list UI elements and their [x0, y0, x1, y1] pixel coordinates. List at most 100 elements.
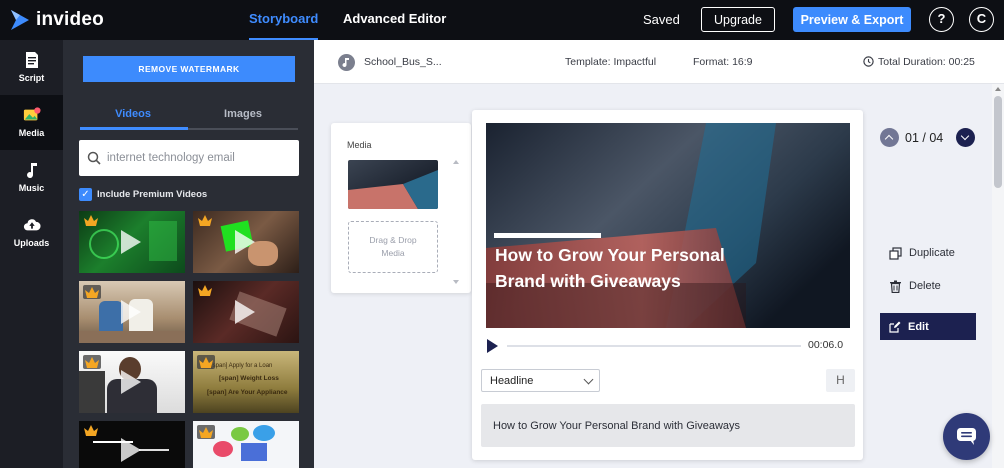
video-thumbnail[interactable]: [79, 281, 185, 343]
scroll-down-arrow-icon[interactable]: [453, 280, 459, 284]
media-panel: REMOVE WATERMARK Videos Images ✓ Include…: [63, 40, 314, 468]
preview-export-button[interactable]: Preview & Export: [793, 7, 911, 32]
scene-page-counter: 01 / 04: [905, 131, 944, 145]
previous-scene-button[interactable]: [880, 128, 899, 147]
delete-label: Delete: [909, 280, 941, 292]
tab-advanced-editor[interactable]: Advanced Editor: [343, 0, 446, 40]
scene-preview[interactable]: How to Grow Your Personal Brand with Giv…: [486, 123, 850, 328]
media-card-scrollbar[interactable]: [452, 157, 460, 287]
logo[interactable]: invideo: [10, 7, 104, 33]
preview-headline[interactable]: How to Grow Your Personal Brand with Giv…: [495, 242, 795, 294]
template-label: Template: Impactful: [565, 56, 657, 68]
search-input[interactable]: [107, 149, 292, 167]
include-premium-label: Include Premium Videos: [97, 188, 208, 200]
headline-line-2: Brand with Giveaways: [495, 271, 681, 291]
media-label: Media: [347, 140, 372, 150]
scroll-up-arrow-icon[interactable]: [453, 160, 459, 164]
drop-text-line-1: Drag & Drop: [369, 235, 417, 245]
rail-item-label: Uploads: [13, 238, 50, 248]
play-button-icon[interactable]: [487, 339, 498, 353]
invideo-logo-icon: [11, 10, 29, 30]
text-style-select[interactable]: Headline: [481, 369, 600, 392]
rail-item-label: Music: [18, 183, 45, 193]
crown-icon: [85, 356, 99, 368]
left-rail: Script Media Music Uploads: [0, 40, 63, 468]
rail-item-uploads[interactable]: Uploads: [0, 205, 63, 260]
headline-line-1: How to Grow Your Personal: [495, 245, 725, 265]
video-thumbnail[interactable]: [span] Apply for a Loan [span] Weight Lo…: [193, 351, 299, 413]
checkbox-checked-icon[interactable]: ✓: [79, 187, 92, 201]
top-bar: invideo Storyboard Advanced Editor Saved…: [0, 0, 1004, 40]
heading-toggle-button[interactable]: H: [826, 369, 855, 392]
drop-text-line-2: Media: [381, 248, 405, 258]
cloud-upload-icon: [23, 219, 41, 231]
play-icon: [235, 230, 255, 254]
brand-name: invideo: [36, 9, 104, 30]
crown-icon: [84, 425, 98, 436]
trash-icon: [890, 280, 901, 293]
rail-item-media[interactable]: Media: [0, 95, 63, 150]
scene-editor-card: How to Grow Your Personal Brand with Giv…: [472, 110, 863, 460]
crown-icon: [199, 356, 213, 368]
project-info-bar: School_Bus_S... Template: Impactful Form…: [314, 40, 1004, 84]
include-premium-toggle[interactable]: ✓ Include Premium Videos: [79, 187, 207, 201]
remove-watermark-button[interactable]: REMOVE WATERMARK: [83, 56, 295, 82]
document-icon: [25, 52, 38, 68]
duplicate-button[interactable]: Duplicate: [889, 245, 955, 261]
preview-background-image: [486, 123, 850, 328]
project-name[interactable]: School_Bus_S...: [364, 56, 442, 68]
scroll-up-arrow-icon[interactable]: [995, 87, 1001, 91]
edit-button[interactable]: Edit: [880, 313, 976, 340]
chevron-down-icon: [583, 374, 594, 385]
play-icon: [235, 300, 255, 324]
chat-bubble-icon: [957, 428, 976, 445]
video-thumbnail[interactable]: [193, 281, 299, 343]
play-icon: [121, 300, 141, 324]
help-button[interactable]: ?: [929, 7, 954, 32]
upgrade-button[interactable]: Upgrade: [701, 7, 775, 32]
chat-support-button[interactable]: [943, 413, 990, 460]
delete-button[interactable]: Delete: [889, 278, 941, 294]
next-scene-button[interactable]: [956, 128, 975, 147]
edit-label: Edit: [908, 320, 929, 333]
scene-media-thumbnail[interactable]: [348, 160, 438, 209]
account-avatar-button[interactable]: C: [969, 7, 994, 32]
headline-text-field[interactable]: How to Grow Your Personal Brand with Giv…: [481, 404, 855, 447]
search-icon: [87, 151, 101, 165]
duplicate-label: Duplicate: [909, 247, 955, 259]
timeline-scrubber[interactable]: [507, 345, 801, 347]
video-thumbnail[interactable]: [193, 211, 299, 273]
edit-pencil-icon: [889, 321, 901, 333]
rail-item-script[interactable]: Script: [0, 40, 63, 95]
image-icon: [23, 107, 41, 121]
video-thumbnail[interactable]: [79, 211, 185, 273]
crown-icon: [198, 215, 212, 226]
crown-icon: [85, 286, 99, 298]
video-thumbnail[interactable]: [79, 351, 185, 413]
tab-storyboard[interactable]: Storyboard: [249, 0, 319, 40]
video-thumbnail[interactable]: [193, 421, 299, 468]
video-thumbnail[interactable]: [79, 421, 185, 468]
format-label: Format: 16:9: [693, 56, 753, 68]
duplicate-icon: [889, 246, 902, 260]
scene-duration: 00:06.0: [808, 339, 844, 351]
main-scrollbar[interactable]: [992, 84, 1004, 468]
tab-active-indicator: [80, 127, 188, 130]
crown-icon: [84, 215, 98, 226]
rail-item-music[interactable]: Music: [0, 150, 63, 205]
crown-icon: [198, 285, 212, 296]
music-note-icon: [26, 163, 37, 179]
total-duration-label: Total Duration: 00:25: [878, 56, 975, 68]
drag-drop-zone[interactable]: Drag & Drop Media: [348, 221, 438, 273]
scrollbar-thumb[interactable]: [994, 96, 1002, 188]
headline-accent-bar: [494, 233, 601, 238]
rail-item-label: Media: [18, 128, 45, 138]
tab-images[interactable]: Images: [188, 108, 298, 130]
crown-icon: [199, 426, 213, 438]
play-icon: [121, 230, 141, 254]
music-note-icon[interactable]: [338, 54, 355, 71]
search-box: [79, 140, 299, 176]
save-status: Saved: [643, 12, 680, 27]
text-style-value: Headline: [490, 375, 534, 387]
rail-item-label: Script: [18, 73, 45, 83]
